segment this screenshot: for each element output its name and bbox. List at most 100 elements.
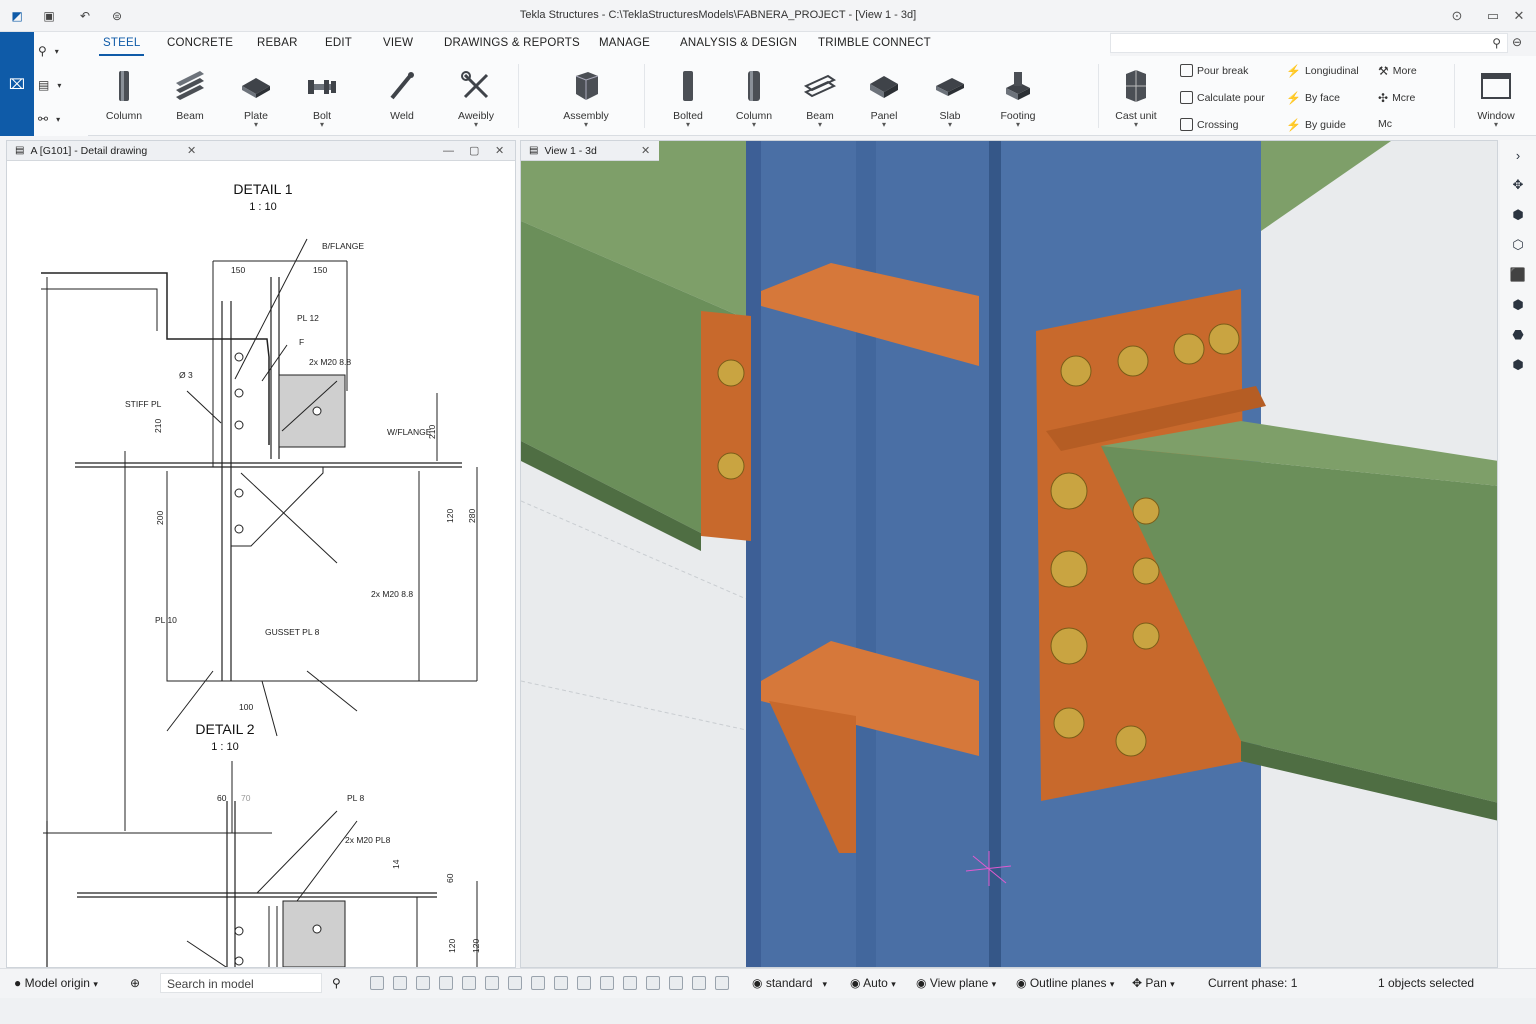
zoom-icon[interactable]: ⊕: [130, 976, 140, 990]
tab-edit[interactable]: EDIT: [325, 37, 352, 49]
select-switch-icon[interactable]: [370, 976, 384, 990]
tab-steel[interactable]: STEEL: [98, 37, 145, 56]
close-panel-icon[interactable]: ✕: [495, 144, 504, 157]
svg-text:STIFF PL: STIFF PL: [125, 399, 162, 409]
drawing-tab[interactable]: ▤ A [G101] - Detail drawing ✕ — ▢ ✕: [7, 141, 515, 161]
concrete-beam-button[interactable]: Beam ▾: [794, 68, 846, 132]
snap-icon[interactable]: ✥: [1509, 176, 1527, 194]
select-switch-icon[interactable]: [462, 976, 476, 990]
crossing-button[interactable]: Crossing: [1180, 118, 1238, 131]
weld-icon: [384, 68, 420, 104]
3d-scene[interactable]: [521, 141, 1498, 968]
model-origin-dropdown[interactable]: ● Model origin ▾: [14, 976, 98, 990]
property-icon[interactable]: ⬢: [1509, 206, 1527, 224]
selection-count: 1 objects selected: [1378, 976, 1475, 990]
side-pane-bar: › ✥ ⬢ ⬡ ⬛ ⬢ ⬣ ⬢: [1500, 140, 1536, 968]
close-tab-icon[interactable]: ✕: [641, 144, 650, 157]
view-tab[interactable]: ▤ View 1 - 3d ✕: [521, 141, 659, 161]
quick-select-icon[interactable]: ⚲ ▾: [38, 40, 82, 62]
calculate-pour-button[interactable]: Calculate pour: [1180, 91, 1265, 104]
steel-column-button[interactable]: Column: [98, 68, 150, 132]
bolt-button[interactable]: Bolt ▾: [296, 68, 348, 132]
more-button-3[interactable]: Mc: [1378, 118, 1392, 130]
search-model-input[interactable]: Search in model: [160, 973, 322, 993]
weld-button[interactable]: Weld: [376, 68, 428, 132]
search-icon[interactable]: ⚲: [332, 976, 341, 990]
snap-switch-icon[interactable]: [508, 976, 522, 990]
snap-switch-icon[interactable]: [577, 976, 591, 990]
view-plane-dropdown[interactable]: ◉ View plane ▾: [916, 976, 996, 990]
column-icon: [736, 68, 772, 104]
close-button[interactable]: ✕: [1508, 6, 1530, 26]
catalog-icon[interactable]: ⬢: [1509, 296, 1527, 314]
view-style-dropdown[interactable]: ◉ standard ▾: [752, 976, 827, 990]
steel-beam-button[interactable]: Beam: [164, 68, 216, 132]
svg-text:60: 60: [217, 793, 227, 803]
minimize-button[interactable]: ▭: [1482, 6, 1504, 26]
longitudinal-button[interactable]: ⚡ Longiudinal: [1286, 64, 1359, 78]
tab-manage[interactable]: MANAGE: [599, 37, 650, 49]
quick-snap-icon[interactable]: ▤ ▾: [38, 74, 82, 96]
snap-switch-icon[interactable]: [600, 976, 614, 990]
more-button[interactable]: ⚒ More: [1378, 64, 1417, 78]
svg-text:200: 200: [155, 511, 165, 525]
outline-planes-dropdown[interactable]: ◉ Outline planes ▾: [1016, 976, 1114, 990]
select-switch-icon[interactable]: [439, 976, 453, 990]
tab-rebar[interactable]: REBAR: [257, 37, 298, 49]
svg-text:120: 120: [471, 939, 481, 953]
chevron-right-icon[interactable]: ›: [1509, 146, 1527, 164]
svg-text:2x M20 PL8: 2x M20 PL8: [345, 835, 391, 845]
window-icon: [1478, 68, 1514, 104]
by-face-button[interactable]: ⚡ By face: [1286, 91, 1340, 105]
snap-switch-icon[interactable]: [669, 976, 683, 990]
snap-switch-icon[interactable]: [646, 976, 660, 990]
plate-button[interactable]: Plate ▾: [230, 68, 282, 132]
tab-trimble-connect[interactable]: TRIMBLE CONNECT: [818, 37, 931, 49]
panel-button[interactable]: Panel ▾: [858, 68, 910, 132]
tab-drawings-reports[interactable]: DRAWINGS & REPORTS: [444, 37, 580, 49]
snap-switch-icon[interactable]: [623, 976, 637, 990]
more-button-2[interactable]: ✣ Mcre: [1378, 91, 1415, 105]
assembly-button[interactable]: Assembly ▾: [558, 68, 614, 132]
more-icon: ⚒: [1378, 64, 1389, 78]
select-switch-icon[interactable]: [416, 976, 430, 990]
svg-text:70: 70: [241, 793, 251, 803]
close-tab-icon[interactable]: ✕: [187, 144, 196, 157]
settings-icon[interactable]: ⊙: [1446, 6, 1468, 26]
help-icon[interactable]: ⬢: [1509, 356, 1527, 374]
detail-drawing-canvas[interactable]: B/FLANGE 150 150 PL 12 F 2x M20 8.8 STIF…: [7, 161, 515, 967]
maximize-panel-icon[interactable]: ▢: [469, 144, 479, 157]
side-menu-toggle[interactable]: ⌧: [0, 32, 34, 136]
model-view-3d[interactable]: ▤ View 1 - 3d ✕: [520, 140, 1498, 968]
window-button[interactable]: Window ▾: [1468, 68, 1524, 132]
trimble-icon[interactable]: ⬣: [1509, 326, 1527, 344]
select-switch-icon[interactable]: [393, 976, 407, 990]
object-icon[interactable]: ⬡: [1509, 236, 1527, 254]
quick-launch-search[interactable]: ⚲: [1110, 33, 1508, 53]
tab-concrete[interactable]: CONCRETE: [167, 37, 233, 49]
user-icon[interactable]: ⊖: [1512, 35, 1522, 49]
bolted-button[interactable]: Bolted ▾: [662, 68, 714, 132]
by-guide-button[interactable]: ⚡ By guide: [1286, 118, 1346, 132]
beam-icon: [172, 68, 208, 104]
footing-button[interactable]: Footing ▾: [990, 68, 1046, 132]
select-switch-icon[interactable]: [485, 976, 499, 990]
snap-switch-icon[interactable]: [715, 976, 729, 990]
quick-filter-icon[interactable]: ⚯ ▾: [38, 108, 82, 130]
pan-dropdown[interactable]: ✥ Pan ▾: [1132, 976, 1175, 990]
snap-switch-icon[interactable]: [692, 976, 706, 990]
snap-switch-icon[interactable]: [554, 976, 568, 990]
cube-icon[interactable]: ⬛: [1509, 266, 1527, 284]
minimize-panel-icon[interactable]: —: [443, 145, 454, 157]
tab-analysis-design[interactable]: ANALYSIS & DESIGN: [680, 37, 797, 49]
concrete-column-button[interactable]: Column ▾: [728, 68, 780, 132]
assembly-tools-button[interactable]: Aweibly ▾: [450, 68, 502, 132]
cast-unit-button[interactable]: Cast unit ▾: [1108, 68, 1164, 132]
footing-icon: [1000, 68, 1036, 104]
slab-button[interactable]: Slab ▾: [924, 68, 976, 132]
snap-switch-icon[interactable]: [531, 976, 545, 990]
tab-view[interactable]: VIEW: [383, 37, 413, 49]
auto-dropdown[interactable]: ◉ Auto ▾: [850, 976, 896, 990]
by-guide-icon: ⚡: [1286, 118, 1301, 132]
pour-break-button[interactable]: Pour break: [1180, 64, 1248, 77]
